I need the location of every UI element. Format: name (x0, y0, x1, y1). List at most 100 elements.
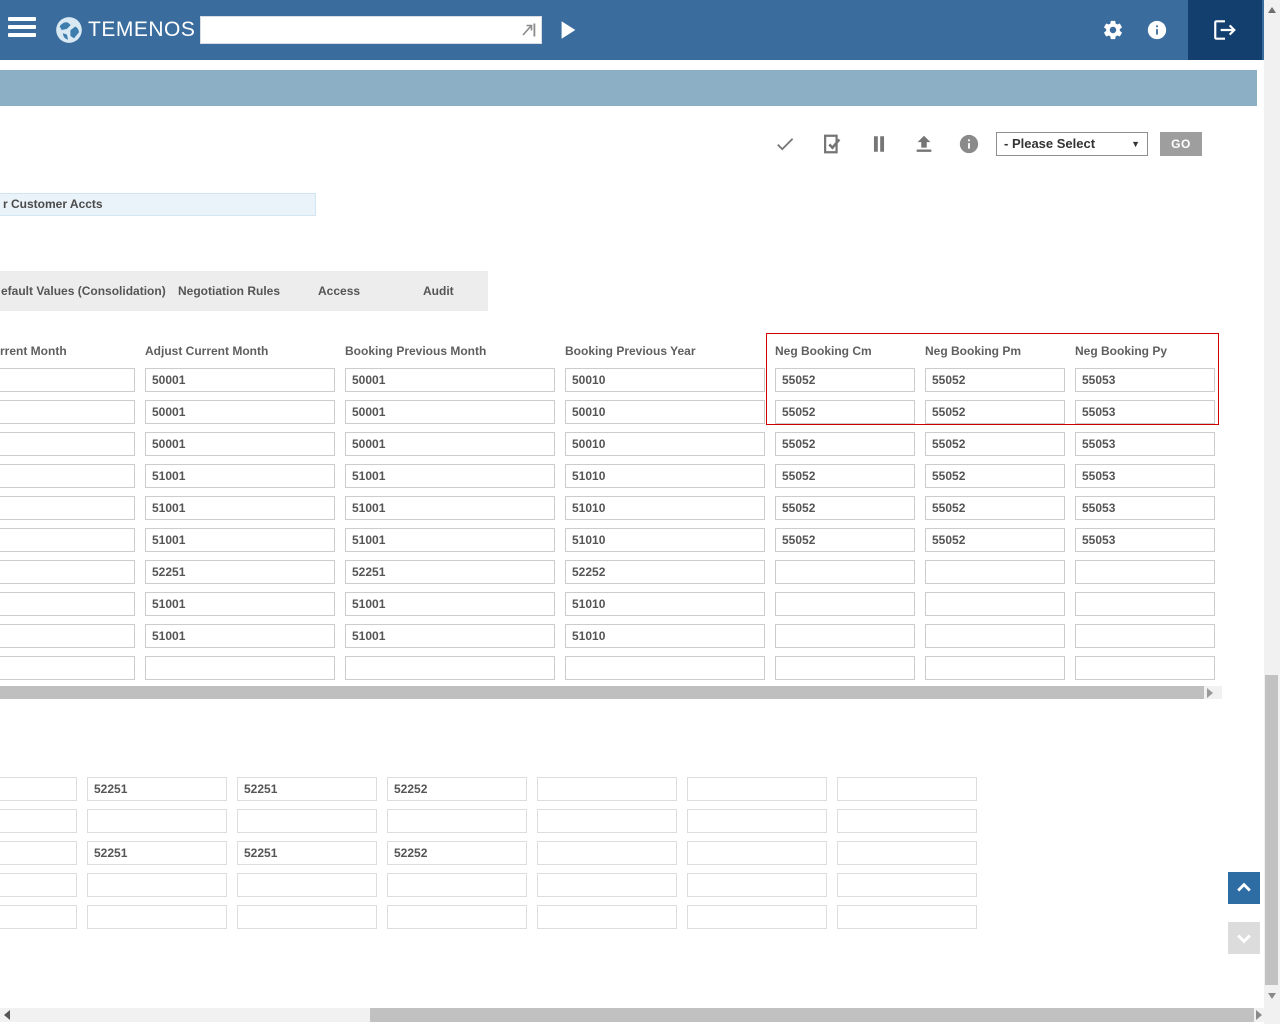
scroll-to-top-button[interactable] (1228, 872, 1260, 904)
grid2-cell[interactable] (237, 809, 377, 833)
grid2-cell[interactable] (687, 905, 827, 929)
grid2-cell[interactable] (687, 873, 827, 897)
grid2-cell[interactable] (87, 777, 227, 801)
grid1-cell[interactable] (1075, 496, 1215, 520)
grid1-cell[interactable] (345, 560, 555, 584)
grid1-cell[interactable] (0, 624, 135, 648)
scroll-up-arrow-icon[interactable] (1268, 7, 1276, 13)
grid2-cell[interactable] (537, 809, 677, 833)
grid2-cell[interactable] (537, 841, 677, 865)
grid1-cell[interactable] (565, 624, 765, 648)
play-icon[interactable] (557, 18, 579, 42)
grid1-cell[interactable] (565, 560, 765, 584)
grid1-cell[interactable] (145, 496, 335, 520)
grid1-cell[interactable] (345, 400, 555, 424)
grid1-cell[interactable] (1075, 624, 1215, 648)
grid1-cell[interactable] (0, 528, 135, 552)
grid1-cell[interactable] (565, 496, 765, 520)
grid2-cell[interactable] (837, 809, 977, 833)
hold-pause-icon[interactable] (868, 133, 890, 155)
grid2-cell[interactable] (237, 777, 377, 801)
grid2-cell[interactable] (837, 841, 977, 865)
command-search-input[interactable] (200, 16, 542, 44)
grid1-cell[interactable] (925, 496, 1065, 520)
grid1-cell[interactable] (775, 432, 915, 456)
grid2-cell[interactable] (0, 809, 77, 833)
grid2-cell[interactable] (0, 873, 77, 897)
grid1-cell[interactable] (145, 656, 335, 680)
grid1-cell[interactable] (0, 368, 135, 392)
grid2-cell[interactable] (387, 873, 527, 897)
grid1-cell[interactable] (775, 464, 915, 488)
grid1-cell[interactable] (1075, 400, 1215, 424)
grid2-cell[interactable] (387, 841, 527, 865)
commit-check-icon[interactable] (774, 133, 796, 155)
grid1-cell[interactable] (0, 496, 135, 520)
grid2-cell[interactable] (87, 905, 227, 929)
info-circle-icon[interactable] (958, 133, 980, 155)
grid1-cell[interactable] (145, 560, 335, 584)
grid2-cell[interactable] (387, 809, 527, 833)
grid1-cell[interactable] (775, 496, 915, 520)
grid1-cell[interactable] (145, 368, 335, 392)
grid2-cell[interactable] (537, 777, 677, 801)
tab-access[interactable]: Access (318, 271, 360, 311)
hamburger-menu-button[interactable] (8, 17, 38, 43)
grid1-cell[interactable] (925, 624, 1065, 648)
grid1-cell[interactable] (0, 464, 135, 488)
grid1-cell[interactable] (925, 592, 1065, 616)
grid2-cell[interactable] (237, 873, 377, 897)
grid1-cell[interactable] (925, 368, 1065, 392)
grid1-cell[interactable] (775, 624, 915, 648)
grid1-cell[interactable] (925, 432, 1065, 456)
grid1-cell[interactable] (145, 400, 335, 424)
grid1-cell[interactable] (345, 496, 555, 520)
grid1-cell[interactable] (145, 432, 335, 456)
popout-arrow-icon[interactable] (521, 22, 537, 38)
grid1-cell[interactable] (1075, 560, 1215, 584)
grid1-cell[interactable] (145, 464, 335, 488)
grid1-cell[interactable] (775, 592, 915, 616)
grid1-cell[interactable] (0, 592, 135, 616)
grid1-cell[interactable] (345, 464, 555, 488)
grid2-cell[interactable] (837, 873, 977, 897)
scroll-right-arrow-icon[interactable] (1207, 688, 1213, 698)
grid1-cell[interactable] (925, 464, 1065, 488)
grid2-cell[interactable] (0, 905, 77, 929)
grid2-cell[interactable] (87, 841, 227, 865)
go-button[interactable]: GO (1160, 132, 1202, 156)
horizontal-scrollbar-thumb[interactable] (370, 1008, 1254, 1022)
grid2-cell[interactable] (0, 777, 77, 801)
grid1-cell[interactable] (775, 656, 915, 680)
scroll-to-bottom-button[interactable] (1228, 922, 1260, 954)
signout-button[interactable] (1188, 0, 1262, 60)
grid1-cell[interactable] (775, 368, 915, 392)
tab-negotiation-rules[interactable]: Negotiation Rules (178, 271, 280, 311)
vertical-scrollbar-thumb[interactable] (1265, 675, 1278, 985)
grid1-cell[interactable] (0, 400, 135, 424)
grid1-cell[interactable] (565, 656, 765, 680)
grid1-cell[interactable] (145, 528, 335, 552)
gear-icon[interactable] (1102, 19, 1124, 41)
grid1-cell[interactable] (345, 592, 555, 616)
grid2-cell[interactable] (87, 809, 227, 833)
grid2-cell[interactable] (837, 905, 977, 929)
grid1-cell[interactable] (1075, 368, 1215, 392)
grid1-cell[interactable] (925, 528, 1065, 552)
grid2-cell[interactable] (687, 841, 827, 865)
scroll-left-arrow-icon[interactable] (4, 1010, 10, 1020)
grid1-cell[interactable] (925, 656, 1065, 680)
grid1-cell[interactable] (345, 368, 555, 392)
grid1-cell[interactable] (775, 528, 915, 552)
grid2-cell[interactable] (387, 905, 527, 929)
scroll-right-arrow-icon[interactable] (1256, 1010, 1262, 1020)
grid1-cell[interactable] (565, 400, 765, 424)
upload-icon[interactable] (913, 133, 935, 155)
scroll-down-arrow-icon[interactable] (1268, 993, 1276, 999)
grid1-cell[interactable] (1075, 432, 1215, 456)
grid1-cell[interactable] (925, 560, 1065, 584)
grid1-cell[interactable] (1075, 528, 1215, 552)
grid1-cell[interactable] (565, 432, 765, 456)
grid1-cell[interactable] (775, 560, 915, 584)
grid1-cell[interactable] (1075, 656, 1215, 680)
